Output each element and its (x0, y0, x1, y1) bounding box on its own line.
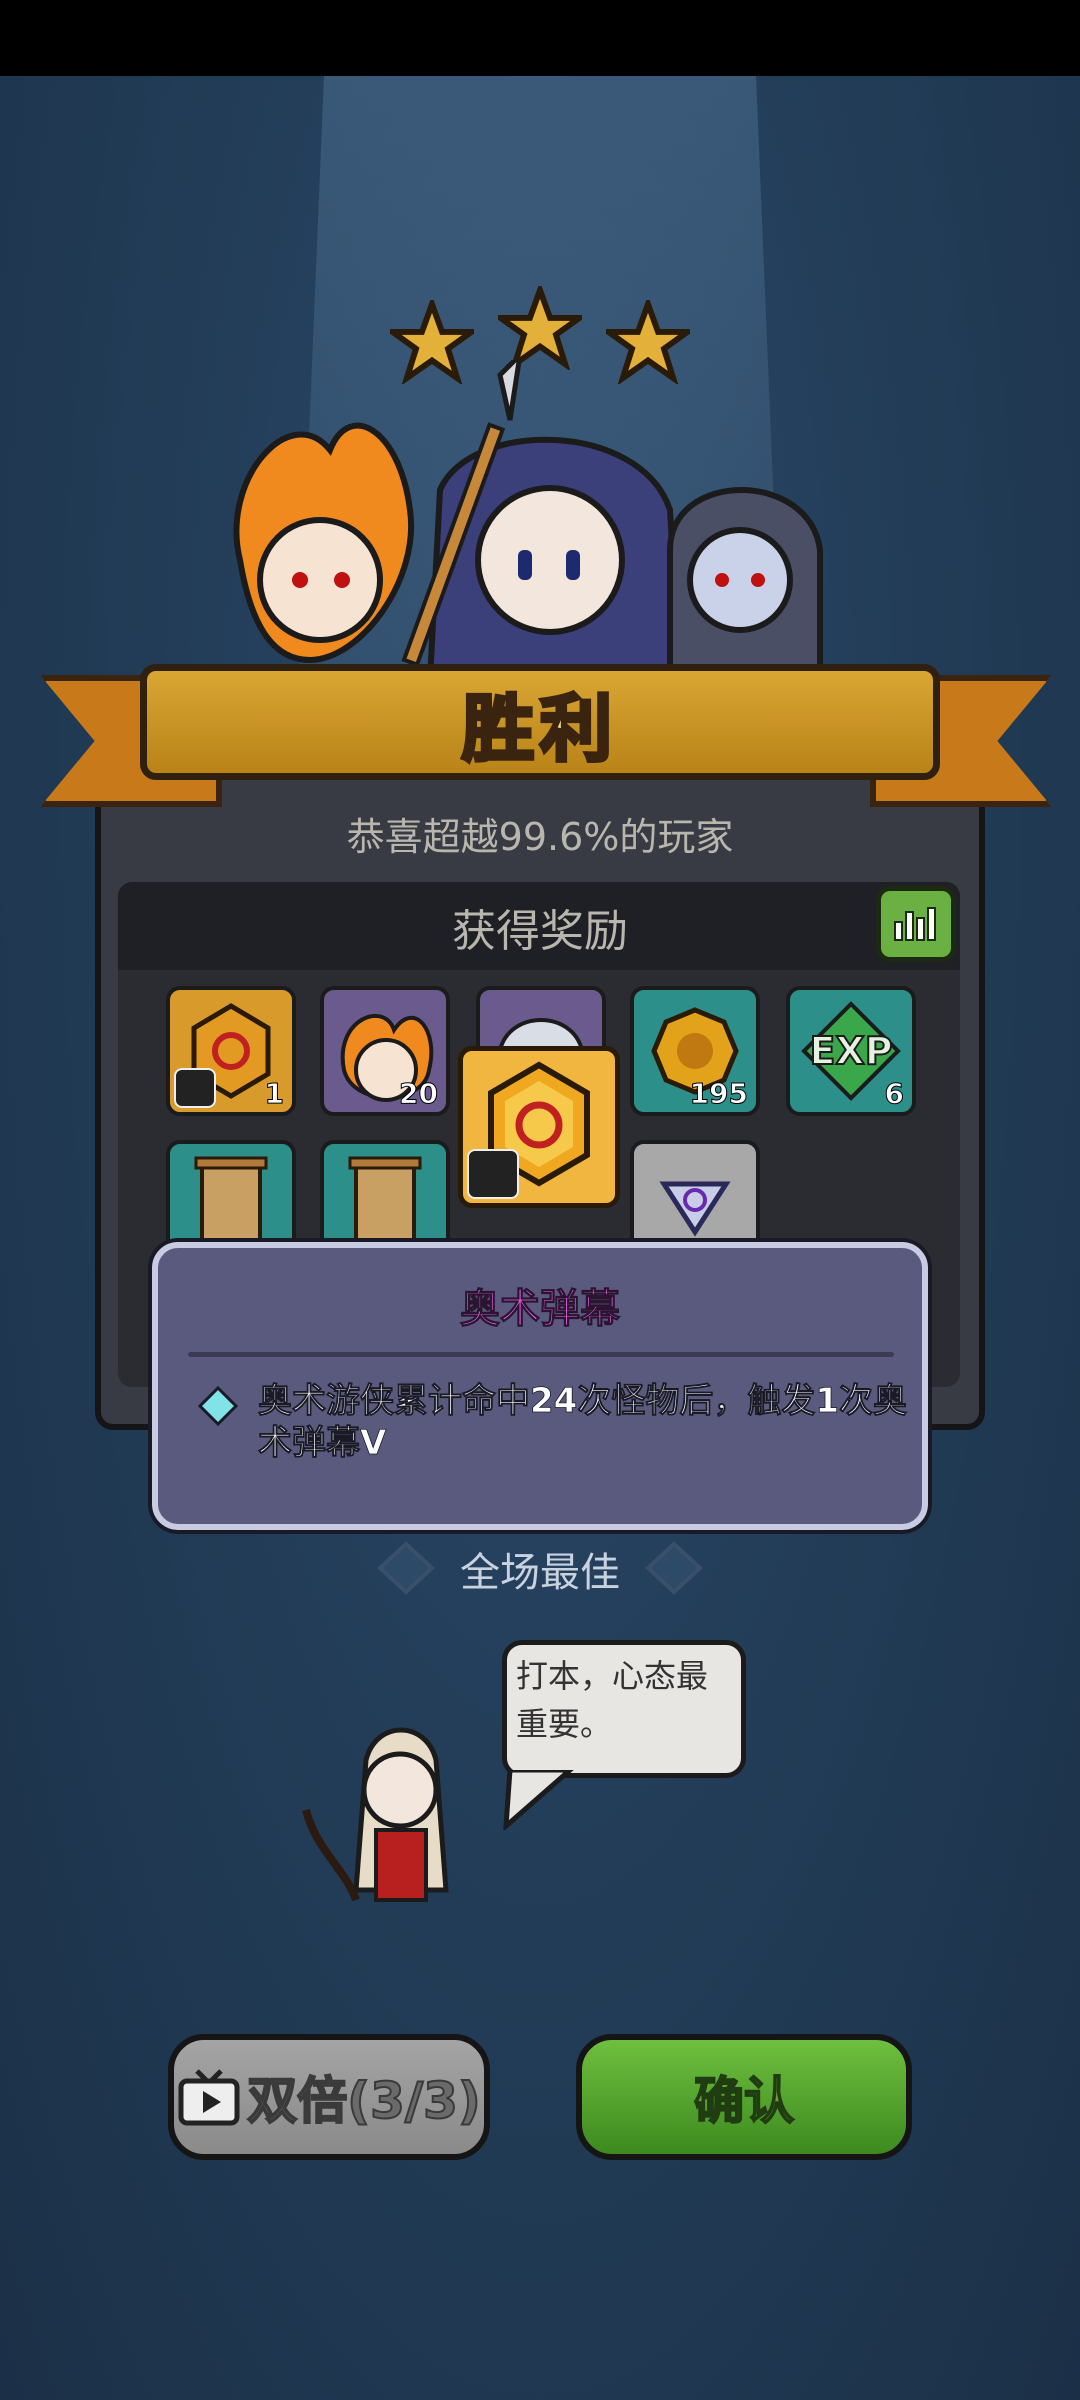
tooltip-divider (188, 1352, 894, 1357)
diamond-decor-icon (645, 1541, 703, 1595)
victory-title: 胜利 (460, 685, 618, 773)
status-bar (0, 0, 1080, 76)
svg-text:EXP: EXP (809, 1029, 892, 1073)
confirm-button-label: 确认 (693, 2071, 795, 2131)
selected-reward-item[interactable] (458, 1046, 620, 1208)
reward-count: 1 (264, 1077, 285, 1111)
diamond-bullet-icon (198, 1386, 238, 1426)
confirm-button[interactable]: 确认 (576, 2034, 912, 2160)
reward-item[interactable]: EXP 6 (786, 986, 916, 1116)
pickaxe-tag-icon (174, 1068, 216, 1108)
bar-chart-icon (894, 907, 936, 941)
reward-item[interactable]: 1 (166, 986, 296, 1116)
mvp-hero-illustration (302, 1727, 449, 1902)
reward-count: 6 (884, 1077, 905, 1111)
tooltip-title: 奥术弹幕 (460, 1286, 621, 1333)
speech-text: 打本，心态最重要。 (516, 1657, 709, 1743)
mvp-label: 全场最佳 (460, 1550, 620, 1596)
congrats-text: 恭喜超越99.6%的玩家 (346, 815, 734, 859)
reward-count: 20 (399, 1077, 439, 1111)
tv-ad-icon (178, 2069, 240, 2126)
stats-button[interactable] (876, 886, 956, 962)
reward-item[interactable]: 195 (630, 986, 760, 1116)
victory-banner: 胜利 (140, 664, 940, 780)
heroes-illustration (233, 360, 823, 680)
tooltip-text: 奥术游侠累计命中24次怪物后，触发1次奥术弹幕V (258, 1381, 908, 1464)
double-reward-button[interactable]: 双倍(3/3) (168, 2034, 490, 2160)
speech-bubble-tail (503, 1770, 574, 1830)
pickaxe-tag-icon (467, 1149, 519, 1199)
star-icon (498, 286, 582, 370)
reward-item[interactable]: 20 (320, 986, 450, 1116)
reward-count: 195 (689, 1077, 748, 1111)
double-button-label: 双倍(3/3) (246, 2071, 482, 2131)
